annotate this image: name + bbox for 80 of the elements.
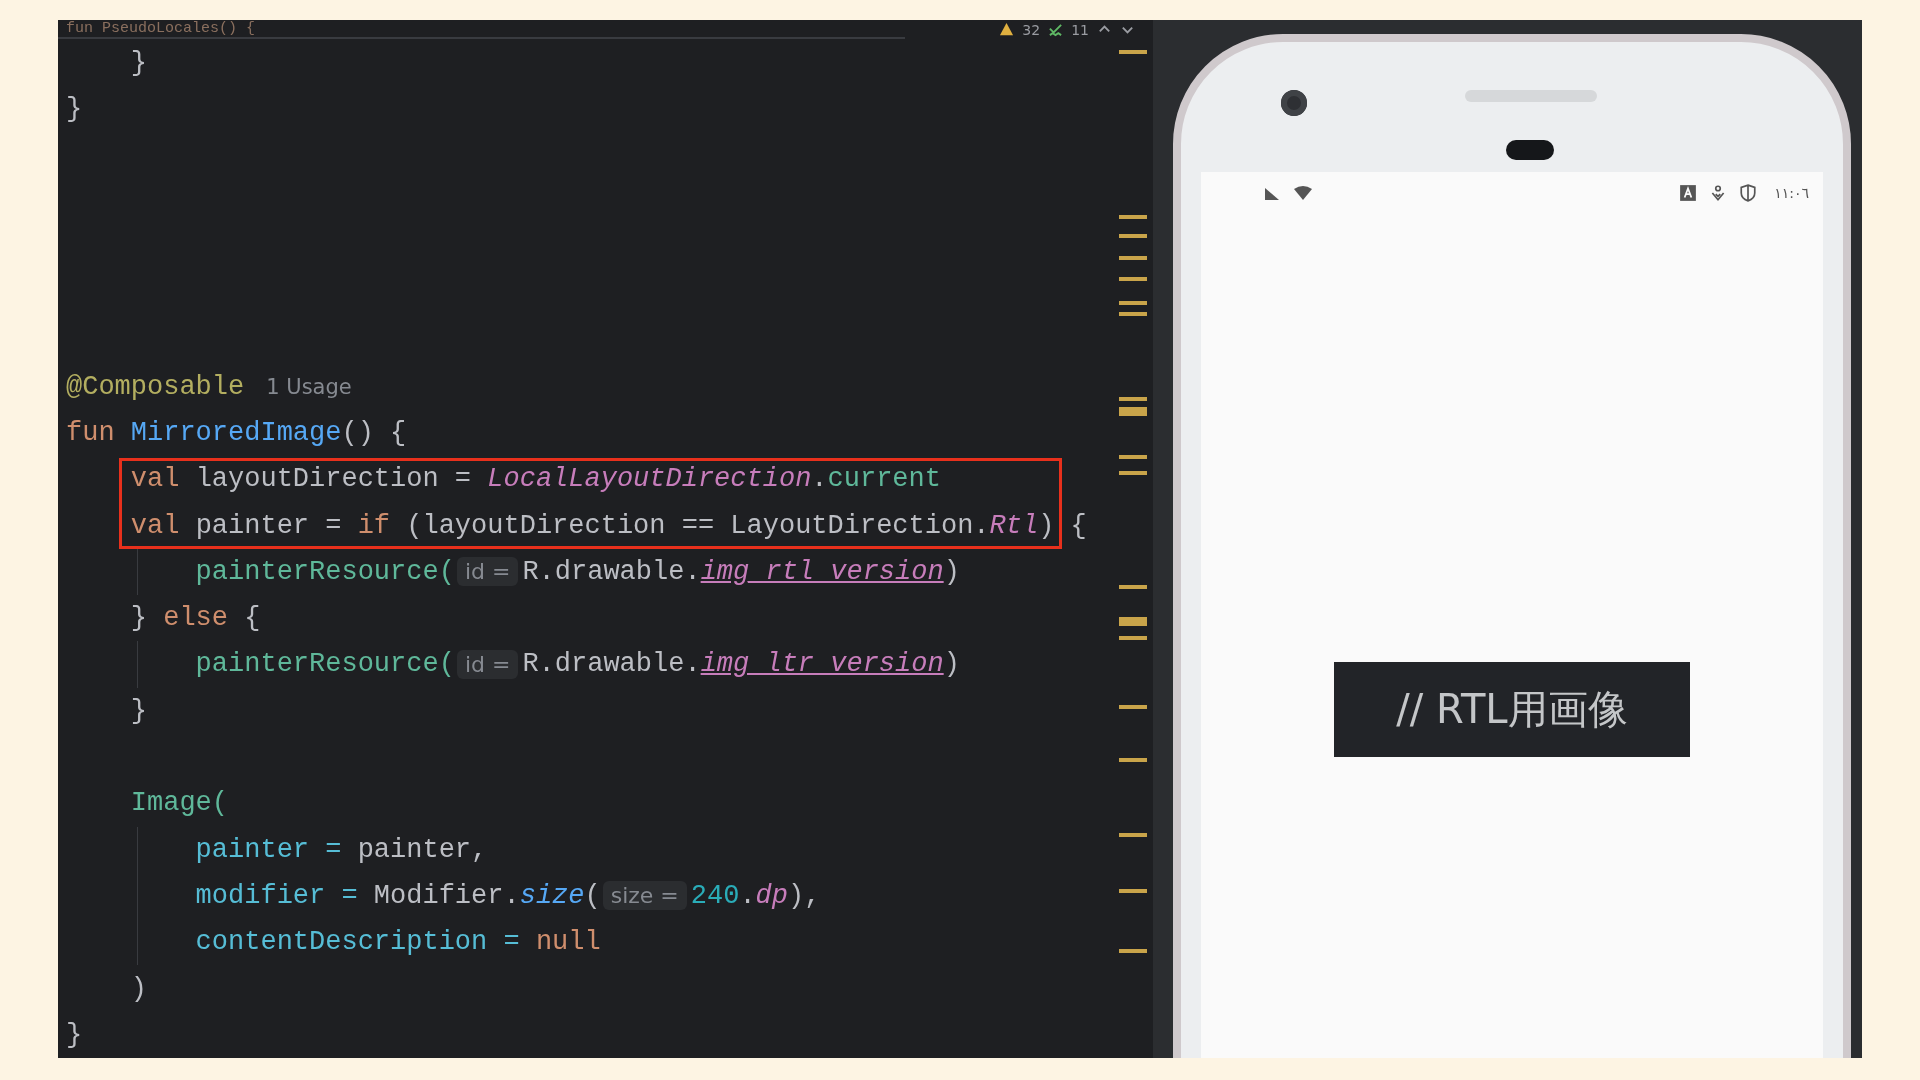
code-token: val: [129, 510, 181, 541]
shield-icon: [1738, 184, 1759, 202]
scrollbar-marker: [1119, 617, 1147, 627]
code-token: painter =: [195, 510, 343, 541]
code-token: if: [357, 510, 392, 541]
scrollbar-marker: [1119, 949, 1147, 954]
scrollbar-marker: [1119, 471, 1147, 476]
code-token: ),: [788, 880, 821, 911]
code-token: ): [943, 649, 960, 680]
code-token: 240: [690, 880, 740, 911]
code-token: MirroredImage: [130, 418, 342, 448]
resource-link[interactable]: img_ltr_version: [700, 649, 944, 680]
code-token: ): [943, 556, 960, 587]
weak-warning-count: 11: [1071, 21, 1089, 38]
code-token: else: [163, 603, 230, 634]
code-token: fun: [66, 418, 116, 448]
scrollbar-marker: [1119, 312, 1147, 317]
resource-link[interactable]: img_rtl_version: [700, 556, 944, 587]
code-token: current: [827, 464, 941, 495]
status-time: ١١:٠٦: [1774, 185, 1809, 201]
code-token: Image(: [129, 788, 229, 819]
code-token: val: [129, 464, 181, 495]
code-token: Modifier.: [373, 880, 520, 911]
code-token: null: [535, 927, 601, 958]
scrollbar-marker: [1119, 301, 1147, 306]
keyboard-a-icon: [1678, 184, 1699, 202]
check-icon: [1048, 22, 1064, 37]
code-token: }: [129, 695, 147, 726]
code-token: painter =: [194, 834, 343, 865]
scrollbar-marker: [1119, 705, 1147, 710]
code-token: modifier =: [194, 880, 359, 911]
scrollbar-marker: [1119, 889, 1147, 894]
code-token: ): [1038, 510, 1055, 541]
code-token: @Composable: [66, 371, 245, 402]
code-token: LocalLayoutDirection: [487, 464, 812, 495]
parameter-hint: size =: [602, 881, 687, 911]
image-label: // RTL用画像: [1396, 685, 1628, 734]
code-token: R.drawable.: [522, 556, 701, 587]
code-token: {: [244, 603, 261, 634]
scrollbar-marker: [1119, 585, 1147, 590]
code-token: Rtl: [989, 510, 1039, 541]
code-token: () {: [341, 418, 407, 448]
scrollbar-marker: [1119, 455, 1147, 460]
code-token: painter,: [357, 834, 488, 865]
scrollbar-marker: [1119, 256, 1147, 261]
code-token: {: [1069, 510, 1087, 541]
code-token: ): [129, 973, 147, 1004]
code-token: .: [739, 880, 756, 911]
scrollbar-marker: [1119, 50, 1147, 55]
sticky-header-line: fun PseudoLocales() {: [66, 20, 256, 38]
earpiece: [1506, 140, 1554, 160]
scrollbar-marker: [1119, 758, 1147, 763]
wifi-icon: [1293, 184, 1313, 202]
scrollbar-marker: [1119, 397, 1147, 402]
warning-icon: [999, 22, 1015, 37]
code-token: contentDescription =: [194, 927, 521, 958]
scrollbar-marker: [1119, 277, 1147, 282]
code-token: size: [519, 880, 585, 911]
parameter-hint: id =: [456, 649, 519, 679]
code-token: layoutDirection =: [195, 464, 473, 495]
code-token: }: [66, 1019, 83, 1050]
warning-count: 32: [1022, 21, 1041, 38]
code-token: }: [129, 47, 147, 78]
camera-icon: [1281, 90, 1307, 116]
scrollbar-marker: [1119, 636, 1147, 641]
code-token: .: [811, 464, 828, 495]
scrollbar-marker: [1119, 234, 1147, 239]
code-token: }: [66, 93, 83, 124]
usage-count[interactable]: 1 Usage: [266, 374, 352, 399]
code-token: painterResource(: [194, 556, 455, 587]
scrollbar-marker: [1119, 407, 1147, 417]
code-token: (layoutDirection == LayoutDirection.: [406, 510, 990, 541]
code-token: }: [129, 603, 148, 634]
code-token: dp: [755, 880, 788, 911]
scrollbar-marker: [1119, 833, 1147, 838]
code-token: painterResource(: [194, 649, 455, 680]
parameter-hint: id =: [456, 557, 519, 587]
code-token: (: [584, 880, 601, 911]
code-token: R.drawable.: [522, 649, 701, 680]
scrollbar-marker: [1119, 215, 1147, 220]
